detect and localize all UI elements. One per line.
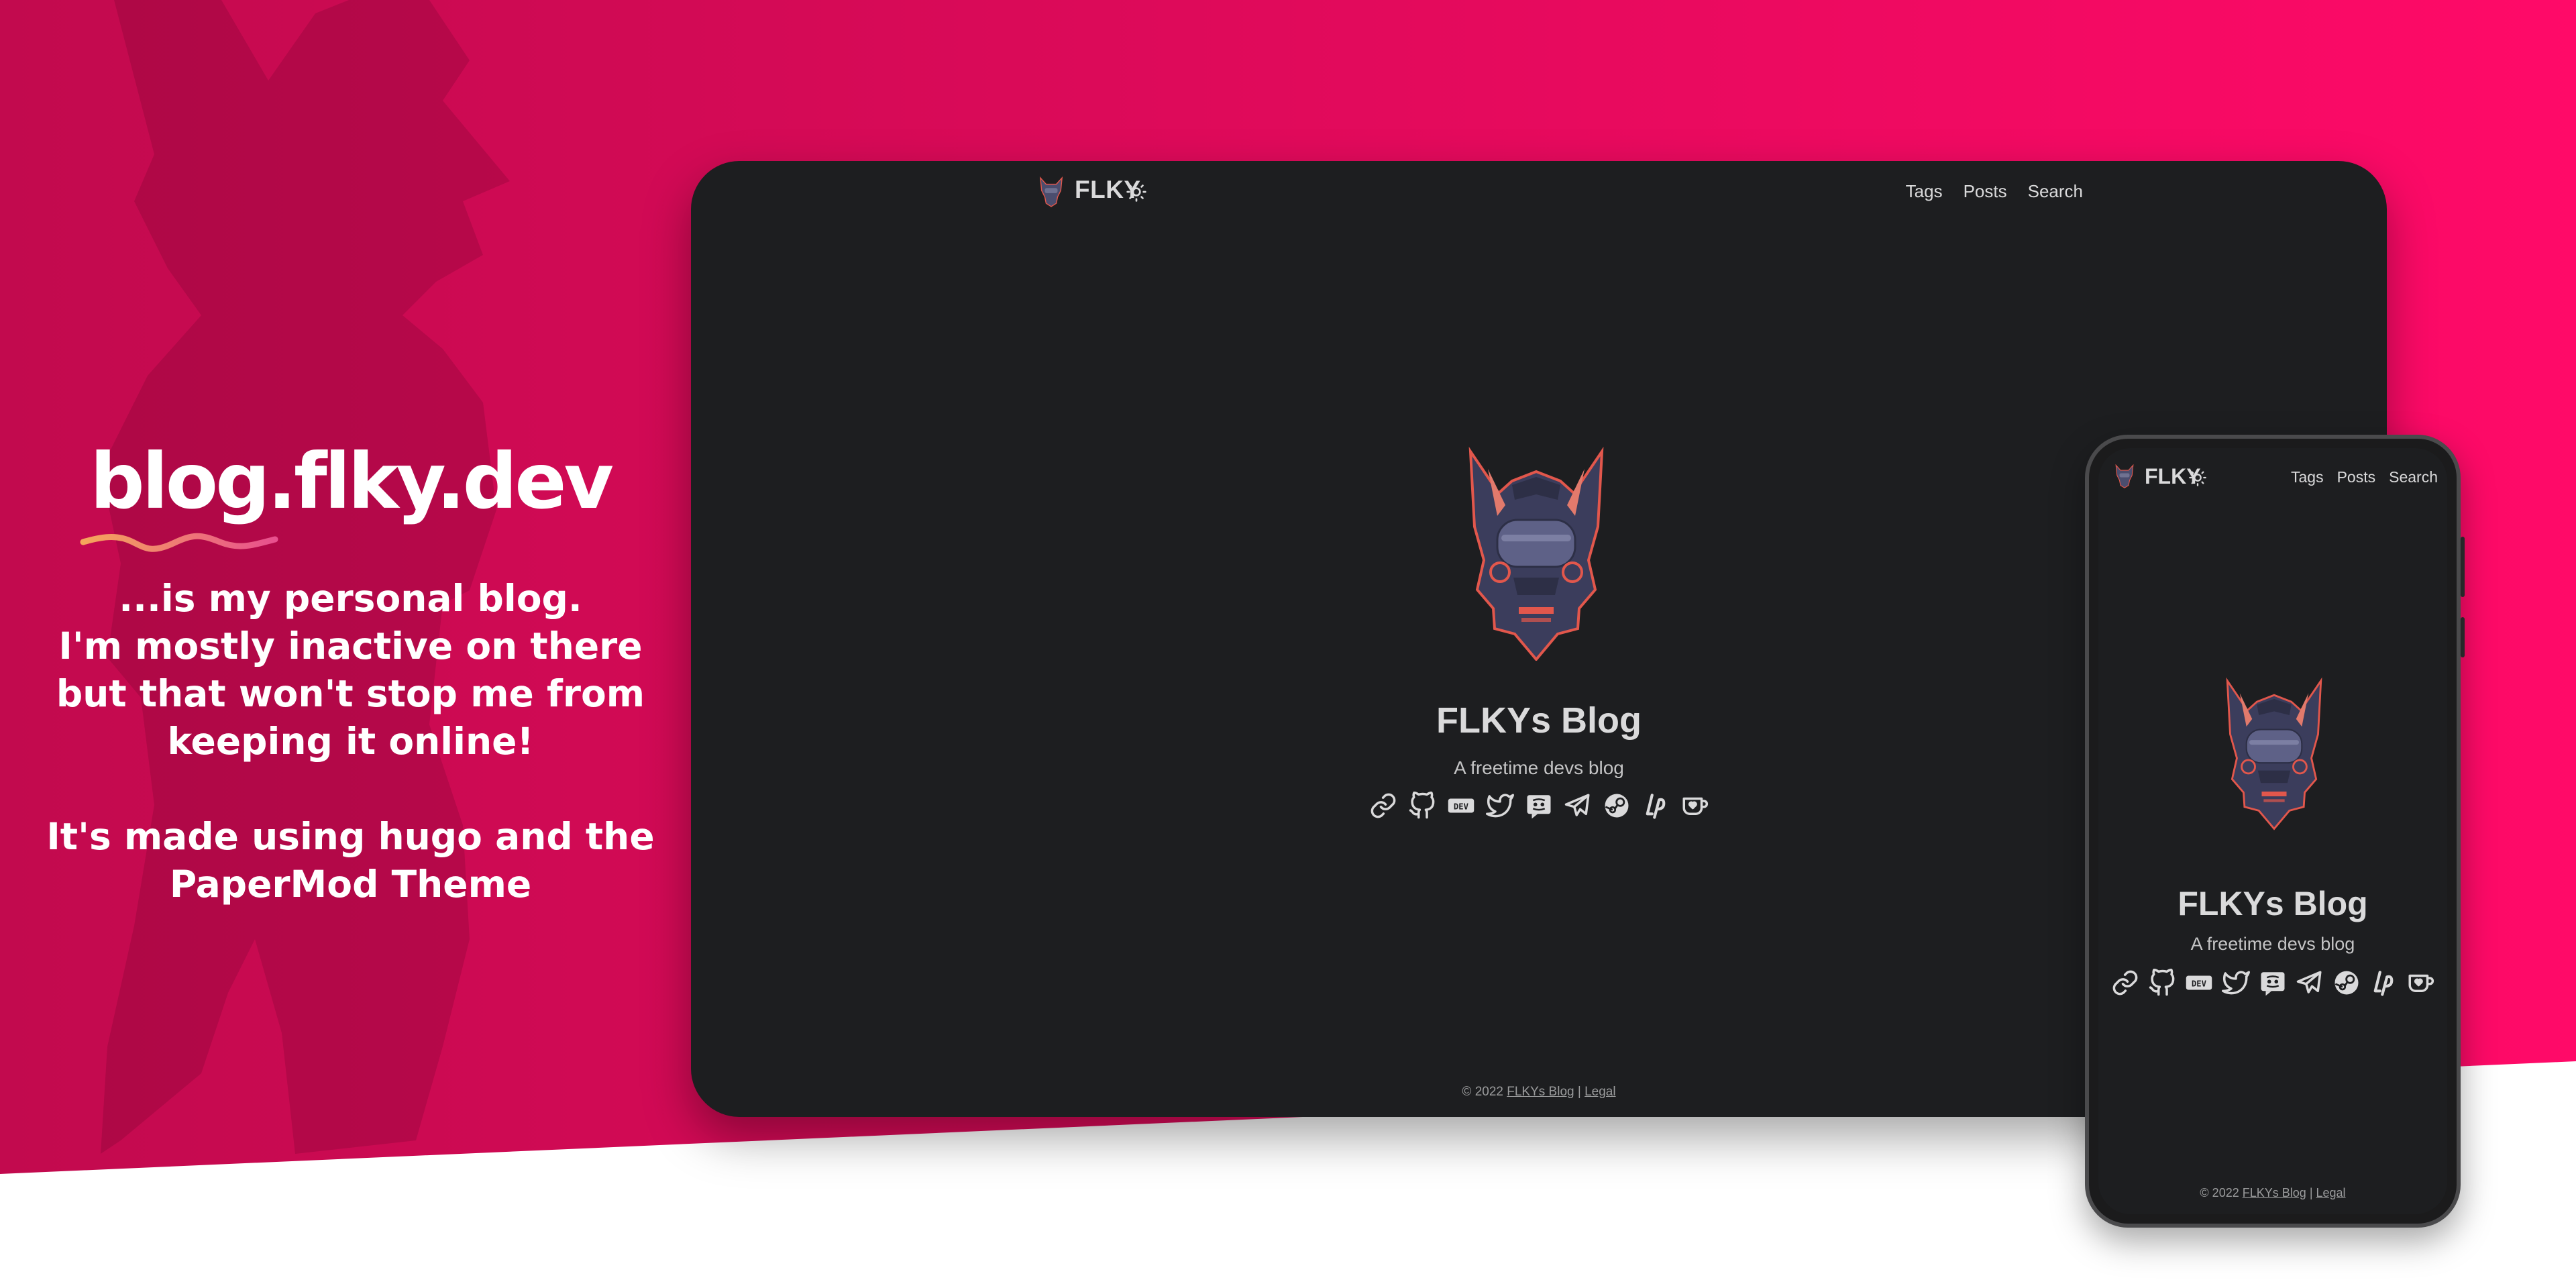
- site-nav: Tags Posts Search: [2291, 468, 2438, 486]
- footer-separator: |: [1577, 1085, 1581, 1099]
- footer-blog-link[interactable]: FLKYs Blog: [1507, 1085, 1574, 1099]
- liberapay-icon[interactable]: [2369, 969, 2398, 997]
- nav-search[interactable]: Search: [2028, 181, 2083, 202]
- svg-text:DEV: DEV: [1454, 802, 1469, 811]
- kofi-icon[interactable]: [1680, 792, 1709, 820]
- phone-side-button: [2461, 617, 2465, 657]
- footer-legal-link[interactable]: Legal: [1585, 1085, 1616, 1099]
- nav-posts[interactable]: Posts: [1964, 181, 2007, 202]
- site-nav: Tags Posts Search: [1906, 181, 2083, 202]
- svg-text:DEV: DEV: [2192, 979, 2207, 988]
- phone-screen: FLKY Tags Posts Search FLKYs Blog A free…: [2098, 448, 2447, 1214]
- sun-icon[interactable]: [1126, 181, 1147, 203]
- dev-icon[interactable]: DEV: [2185, 969, 2213, 997]
- link-icon[interactable]: [1369, 792, 1397, 820]
- discord-icon[interactable]: [1525, 792, 1553, 820]
- nav-tags[interactable]: Tags: [2291, 468, 2324, 486]
- site-subtitle: A freetime devs blog: [2190, 934, 2355, 954]
- link-icon[interactable]: [2111, 969, 2139, 997]
- discord-icon[interactable]: [2259, 969, 2287, 997]
- footer-blog-link[interactable]: FLKYs Blog: [2243, 1186, 2306, 1199]
- nav-tags[interactable]: Tags: [1906, 181, 1943, 202]
- twitter-icon[interactable]: [1486, 792, 1514, 820]
- site-title: FLKYs Blog: [2178, 885, 2368, 922]
- telegram-icon[interactable]: [2296, 969, 2324, 997]
- liberapay-icon[interactable]: [1642, 792, 1670, 820]
- profile-avatar: [1468, 446, 1604, 661]
- phone-mockup: FLKY Tags Posts Search FLKYs Blog A free…: [2085, 435, 2461, 1228]
- promo-block: blog.flky.dev ...is my personal blog. I'…: [40, 436, 661, 908]
- footer-copyright: © 2022: [2200, 1186, 2239, 1199]
- phone-side-button: [2461, 537, 2465, 597]
- profile-avatar: [2226, 677, 2322, 830]
- footer-legal-link[interactable]: Legal: [2316, 1186, 2346, 1199]
- logo-avatar[interactable]: [2114, 464, 2135, 489]
- promo-description: ...is my personal blog. I'm mostly inact…: [46, 576, 655, 906]
- footer-separator: |: [2309, 1186, 2313, 1199]
- telegram-icon[interactable]: [1564, 792, 1592, 820]
- steam-icon[interactable]: [2332, 969, 2361, 997]
- squiggle-underline: [80, 533, 278, 552]
- github-icon[interactable]: [1408, 792, 1436, 820]
- logo-avatar[interactable]: [1038, 176, 1064, 207]
- twitter-icon[interactable]: [2222, 969, 2250, 997]
- sun-icon[interactable]: [2188, 468, 2207, 487]
- social-links: DEV: [2098, 969, 2447, 997]
- site-footer: © 2022 FLKYs Blog | Legal: [2098, 1186, 2447, 1200]
- steam-icon[interactable]: [1603, 792, 1631, 820]
- site-header: FLKY Tags Posts Search: [1020, 168, 2083, 219]
- github-icon[interactable]: [2148, 969, 2176, 997]
- dev-icon[interactable]: DEV: [1447, 792, 1475, 820]
- site-domain: blog.flky.dev: [80, 436, 614, 552]
- footer-copyright: © 2022: [1462, 1085, 1503, 1099]
- nav-search[interactable]: Search: [2389, 468, 2438, 486]
- kofi-icon[interactable]: [2406, 969, 2434, 997]
- nav-posts[interactable]: Posts: [2337, 468, 2376, 486]
